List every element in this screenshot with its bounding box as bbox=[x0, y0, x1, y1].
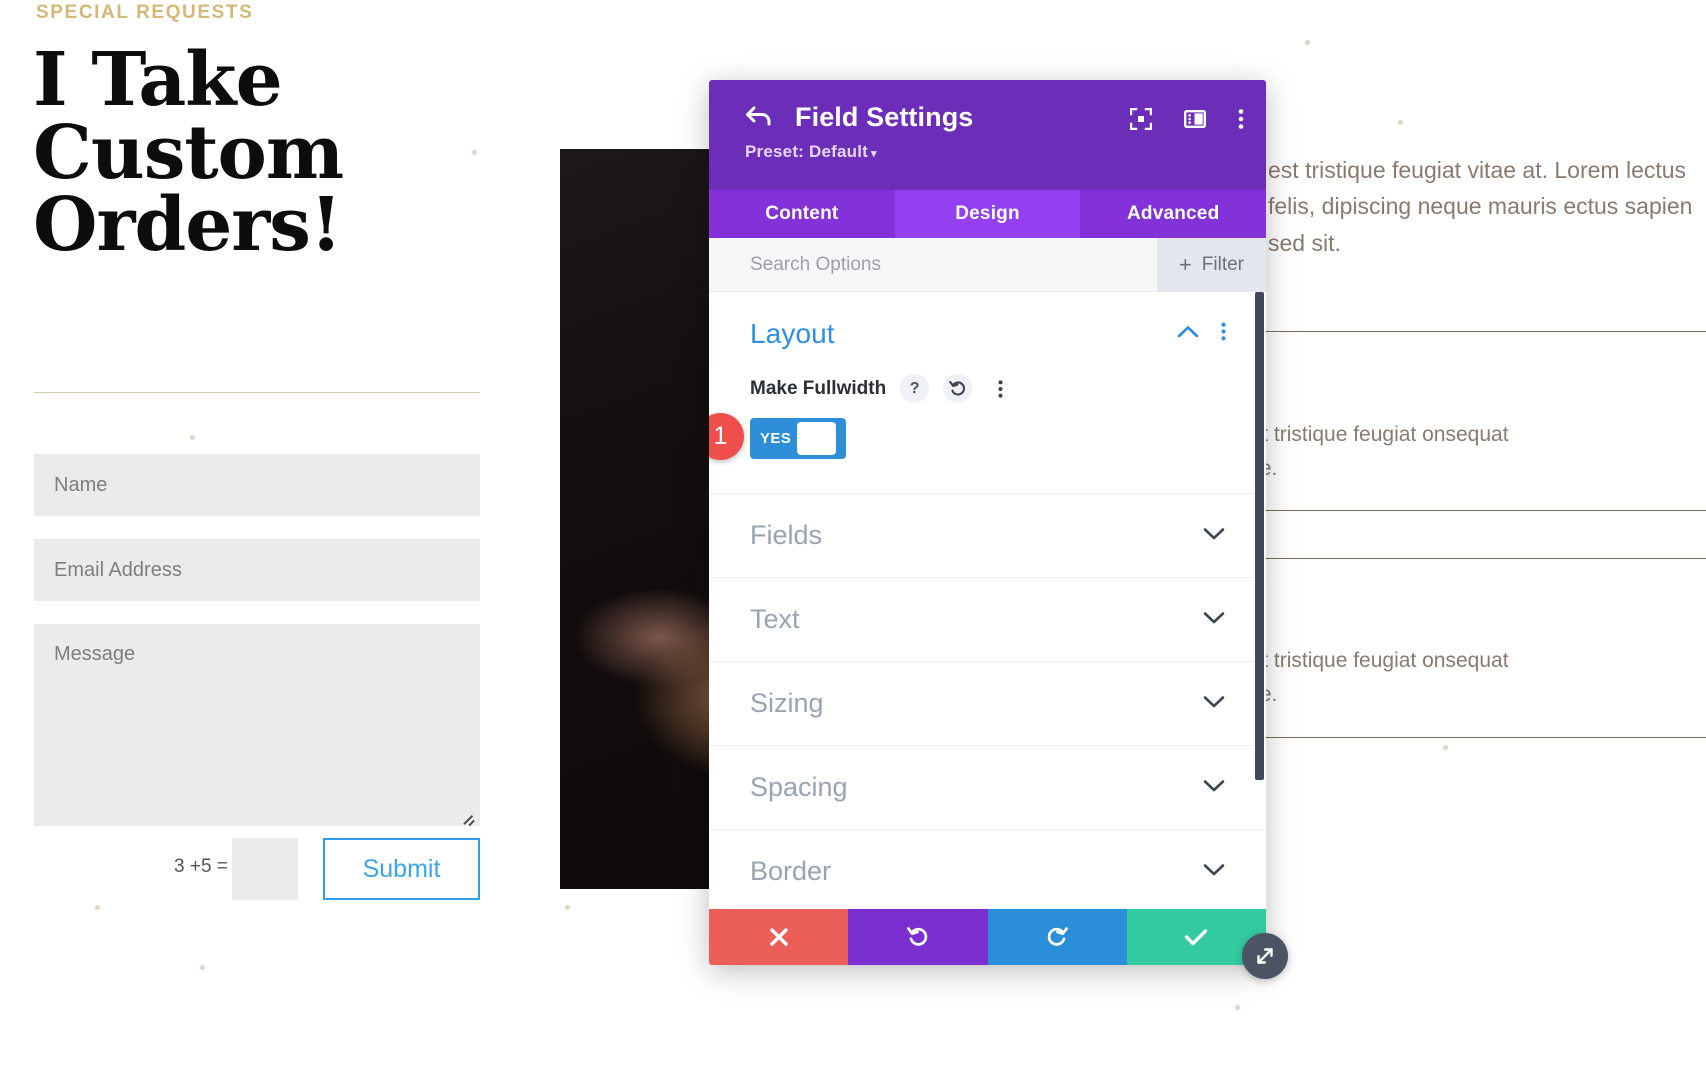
chevron-up-icon[interactable] bbox=[1177, 325, 1199, 343]
modal-header: Field Settings Preset: Default ▾ bbox=[709, 80, 1266, 190]
section-layout-controls bbox=[1177, 322, 1226, 346]
overflow-menu-icon[interactable] bbox=[1238, 108, 1244, 130]
decor-speck bbox=[472, 150, 477, 155]
modal-title: Field Settings bbox=[795, 102, 974, 132]
overflow-menu-icon[interactable] bbox=[1221, 322, 1226, 346]
filter-button[interactable]: + Filter bbox=[1156, 238, 1266, 292]
reset-icon[interactable] bbox=[943, 374, 973, 403]
collapsed-sections: Fields Text Sizing Spacing Border bbox=[709, 493, 1266, 913]
decor-speck bbox=[1443, 745, 1448, 750]
decor-speck bbox=[565, 905, 570, 910]
decor-speck bbox=[1235, 1005, 1240, 1010]
modal-action-bar bbox=[709, 909, 1266, 965]
submit-button[interactable]: Submit bbox=[323, 838, 480, 900]
decor-speck bbox=[190, 435, 195, 440]
preset-selector[interactable]: Preset: Default ▾ bbox=[745, 142, 1240, 162]
section-layout-header[interactable]: Layout bbox=[750, 318, 1226, 350]
chevron-down-icon bbox=[1203, 611, 1225, 629]
panel-scrollbar[interactable] bbox=[1255, 292, 1264, 780]
decor-speck bbox=[1398, 120, 1403, 125]
section-layout-title: Layout bbox=[750, 318, 835, 349]
right-paragraph: est tristique feugiat vitae at. Lorem le… bbox=[1268, 157, 1693, 256]
email-input[interactable]: Email Address bbox=[34, 539, 480, 601]
modal-tabs: Content Design Advanced bbox=[709, 190, 1266, 238]
filter-button-label: Filter bbox=[1201, 254, 1244, 275]
step-badge-1: 1 bbox=[709, 413, 744, 460]
decor-speck bbox=[200, 965, 205, 970]
chevron-down-icon bbox=[1203, 863, 1225, 881]
redo-button[interactable] bbox=[987, 909, 1127, 965]
decor-speck bbox=[1305, 40, 1310, 45]
section-border[interactable]: Border bbox=[709, 829, 1266, 913]
preset-label: Preset: Default bbox=[745, 142, 868, 161]
chevron-down-icon bbox=[1203, 695, 1225, 713]
captcha-input[interactable] bbox=[232, 838, 298, 900]
undo-button[interactable] bbox=[848, 909, 988, 965]
message-placeholder: Message bbox=[54, 643, 136, 665]
option-make-fullwidth-row: Make Fullwidth ? bbox=[750, 374, 1226, 403]
search-options-row: Search Options + Filter bbox=[709, 238, 1266, 292]
tab-content[interactable]: Content bbox=[709, 190, 895, 238]
tab-design[interactable]: Design bbox=[894, 190, 1081, 238]
help-icon[interactable]: ? bbox=[900, 374, 930, 403]
field-settings-modal: Field Settings Preset: Default ▾ Content… bbox=[709, 80, 1266, 965]
discard-button[interactable] bbox=[709, 909, 849, 965]
search-input[interactable]: Search Options bbox=[750, 254, 881, 276]
layout-panel-icon[interactable] bbox=[1184, 108, 1206, 130]
page-root: SPECIAL REQUESTS I Take Custom Orders! N… bbox=[0, 0, 1706, 1080]
focus-target-icon[interactable] bbox=[1130, 108, 1152, 130]
overflow-menu-icon[interactable] bbox=[986, 374, 1015, 403]
settings-panel-body: Layout Make Fullwidth ? 1 YES Fields Tex… bbox=[709, 292, 1266, 932]
email-input-placeholder: Email Address bbox=[54, 558, 182, 581]
chevron-down-icon bbox=[1203, 527, 1225, 545]
decor-speck bbox=[95, 905, 100, 910]
divider bbox=[34, 392, 480, 393]
section-text-label: Text bbox=[750, 604, 800, 634]
toggle-value-label: YES bbox=[760, 430, 792, 447]
modal-header-icons bbox=[1130, 108, 1244, 130]
section-text[interactable]: Text bbox=[709, 577, 1266, 661]
section-sizing-label: Sizing bbox=[750, 688, 824, 718]
back-arrow-icon[interactable] bbox=[745, 104, 773, 131]
plus-icon: + bbox=[1178, 252, 1192, 277]
section-eyebrow: SPECIAL REQUESTS bbox=[36, 2, 254, 23]
name-input-placeholder: Name bbox=[54, 473, 108, 496]
make-fullwidth-toggle[interactable]: YES bbox=[750, 418, 846, 459]
section-fields-label: Fields bbox=[750, 520, 823, 550]
toggle-wrapper: 1 YES bbox=[709, 413, 1226, 460]
name-input[interactable]: Name bbox=[34, 454, 480, 516]
resize-diagonal-icon[interactable] bbox=[1242, 933, 1288, 979]
section-sizing[interactable]: Sizing bbox=[709, 661, 1266, 745]
textarea-resize-grip[interactable] bbox=[462, 810, 476, 824]
tab-advanced[interactable]: Advanced bbox=[1080, 190, 1266, 238]
chevron-down-icon bbox=[1203, 779, 1225, 797]
option-make-fullwidth-label: Make Fullwidth bbox=[750, 377, 887, 399]
toggle-knob bbox=[797, 422, 837, 455]
section-spacing-label: Spacing bbox=[750, 772, 848, 802]
chevron-down-icon: ▾ bbox=[870, 148, 877, 160]
message-textarea[interactable]: Message bbox=[34, 624, 480, 826]
section-fields[interactable]: Fields bbox=[709, 493, 1266, 577]
captcha-label: 3 +5 = bbox=[174, 856, 228, 877]
section-layout: Layout Make Fullwidth ? 1 YES bbox=[709, 292, 1266, 460]
section-border-label: Border bbox=[750, 856, 832, 886]
section-spacing[interactable]: Spacing bbox=[709, 745, 1266, 829]
